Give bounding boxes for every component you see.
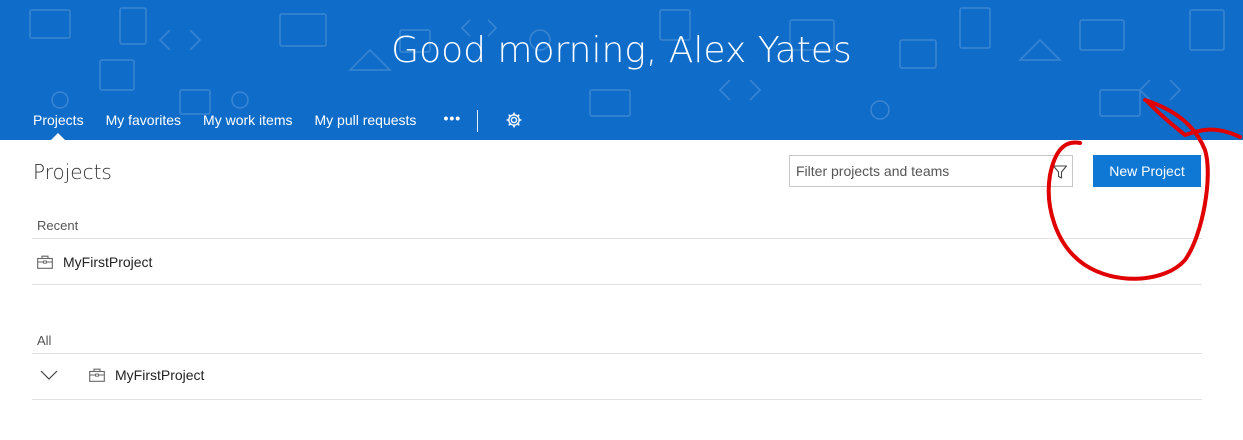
divider	[32, 399, 1202, 400]
tab-my-pull-requests[interactable]: My pull requests	[304, 104, 428, 140]
project-name[interactable]: MyFirstProject	[115, 367, 204, 383]
filter-box	[789, 155, 1073, 187]
tab-my-work-items[interactable]: My work items	[192, 104, 303, 140]
greeting-heading: Good morning, Alex Yates	[391, 30, 852, 71]
list-item[interactable]: MyFirstProject	[37, 242, 152, 282]
more-tabs-button[interactable]: •••	[427, 104, 477, 126]
divider	[32, 284, 1202, 285]
funnel-icon[interactable]	[1052, 164, 1068, 180]
filter-input[interactable]	[790, 156, 1040, 186]
new-project-button[interactable]: New Project	[1093, 155, 1201, 187]
divider	[32, 238, 1202, 239]
tab-projects[interactable]: Projects	[22, 104, 95, 140]
divider	[32, 353, 1202, 354]
briefcase-icon	[89, 368, 105, 382]
all-section-label: All	[37, 333, 52, 348]
hub-navigation: Projects My favorites My work items My p…	[22, 104, 522, 140]
recent-section-label: Recent	[37, 218, 79, 233]
welcome-banner: Good morning, Alex Yates Projects My fav…	[0, 0, 1243, 140]
project-name[interactable]: MyFirstProject	[63, 254, 152, 270]
gear-icon[interactable]	[506, 112, 522, 128]
table-row[interactable]: MyFirstProject	[40, 355, 204, 395]
tab-my-favorites[interactable]: My favorites	[95, 104, 192, 140]
chevron-down-icon[interactable]	[40, 369, 58, 381]
nav-divider	[477, 110, 479, 132]
page-title: Projects	[33, 160, 112, 184]
briefcase-icon	[37, 255, 53, 269]
